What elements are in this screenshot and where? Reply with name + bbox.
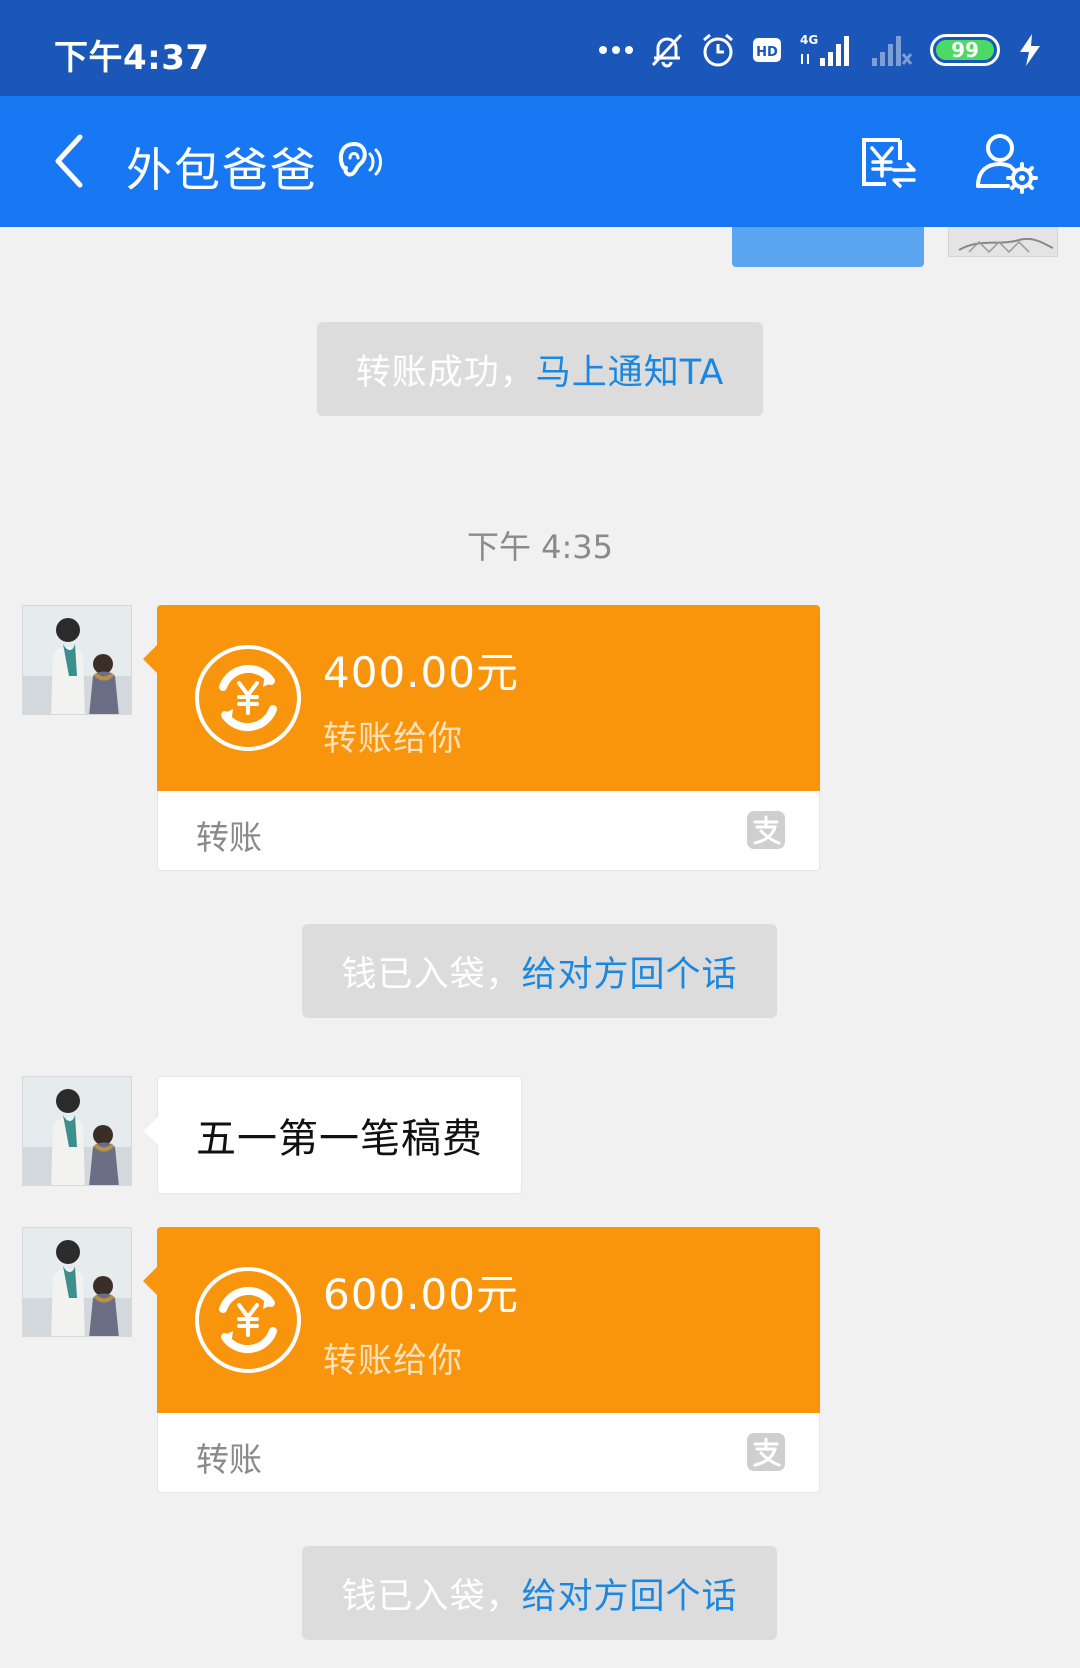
person-settings-icon	[976, 134, 1038, 194]
money-received-notice: 钱已入袋， 给对方回个话	[302, 1546, 777, 1640]
hd-icon: HD	[753, 38, 781, 62]
ear-icon[interactable]	[336, 138, 382, 186]
transfer-subtitle: 转账给你	[323, 719, 463, 759]
transfer-card-header: 600.00元 转账给你	[143, 1227, 820, 1413]
transfer-card[interactable]: 400.00元 转账给你 转账	[143, 605, 820, 871]
notice-text: 转账成功，	[355, 352, 536, 393]
transfer-card-header: 400.00元 转账给你	[143, 605, 820, 791]
signal-4g-icon: 4G	[800, 33, 849, 66]
status-icons: HD 4G 99	[598, 28, 1044, 72]
transfer-card[interactable]: 600.00元 转账给你 转账	[143, 1227, 820, 1493]
notice-text: 钱已入袋，	[341, 954, 522, 995]
transfer-card-footer: 转账	[157, 1413, 820, 1493]
status-time: 下午4:37	[54, 38, 210, 78]
alarm-icon	[703, 33, 733, 67]
status-bar: 下午4:37 HD 4G 99	[0, 0, 1080, 96]
transfer-yuan-icon	[862, 138, 916, 188]
outgoing-bubble-partial[interactable]	[732, 227, 924, 267]
transfer-coin-icon	[195, 1267, 301, 1373]
transfer-label: 转账	[196, 1440, 262, 1479]
battery-level: 99	[951, 38, 979, 62]
back-arrow-icon	[55, 134, 83, 188]
chat-header: 外包爸爸	[0, 96, 1080, 227]
charging-icon	[1020, 34, 1040, 66]
money-received-notice: 钱已入袋， 给对方回个话	[302, 924, 777, 1018]
page-title: 外包爸爸	[126, 143, 318, 197]
avatar-self[interactable]	[948, 227, 1058, 257]
battery-icon: 99	[930, 34, 1000, 66]
bell-muted-icon	[651, 33, 683, 68]
transfer-card-footer: 转账	[157, 791, 820, 871]
alipay-icon	[747, 1433, 785, 1471]
signal-empty-icon	[872, 36, 913, 66]
back-button[interactable]	[38, 126, 98, 196]
transfer-coin-icon	[195, 645, 301, 751]
message-timestamp: 下午 4:35	[466, 528, 614, 566]
text-message-bubble[interactable]: 五一第一笔稿费	[144, 1076, 522, 1194]
transfer-success-notice: 转账成功， 马上通知TA	[317, 322, 763, 416]
transfer-amount: 400.00元	[323, 648, 519, 697]
transfer-amount: 600.00元	[323, 1270, 519, 1319]
more-dots-icon	[599, 46, 633, 54]
transfer-label: 转账	[196, 818, 262, 857]
transfer-subtitle: 转账给你	[323, 1341, 463, 1381]
reply-link[interactable]: 给对方回个话	[522, 1568, 738, 1619]
notice-text: 钱已入袋，	[341, 1576, 522, 1617]
alipay-icon	[747, 811, 785, 849]
chat-settings-button[interactable]	[974, 130, 1038, 194]
notify-link[interactable]: 马上通知TA	[536, 344, 725, 395]
chat-area[interactable]: 转账成功， 马上通知TA 下午 4:35 400.00元 转账给你 转账 钱已入…	[0, 227, 1080, 1668]
svg-text:HD: HD	[756, 45, 778, 60]
transfer-button[interactable]	[856, 130, 920, 194]
avatar-contact[interactable]	[22, 1227, 132, 1337]
avatar-contact[interactable]	[22, 605, 132, 715]
svg-text:4G: 4G	[800, 33, 818, 47]
reply-link[interactable]: 给对方回个话	[522, 946, 738, 997]
avatar-contact[interactable]	[22, 1076, 132, 1186]
